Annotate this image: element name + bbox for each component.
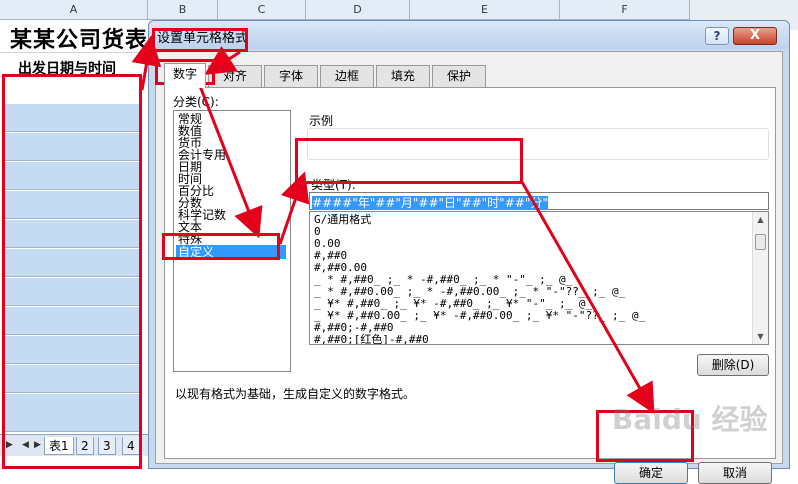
column-header-b[interactable]: B [148,0,218,20]
selected-cell[interactable] [4,220,140,248]
format-item[interactable]: G/通用格式 [314,214,371,226]
close-button[interactable]: X [733,27,777,45]
type-input[interactable]: ####"年"##"月"##"日"##"时"##"分" [309,192,769,210]
description-text: 以现有格式为基础，生成自定义的数字格式。 [175,387,416,401]
selected-cell[interactable] [4,162,140,190]
selected-cell[interactable] [4,104,140,132]
sheet-tab-bar: ▶ ◀ ▶ 表1 2 3 4 [0,434,150,456]
sheet-tab-1[interactable]: 表1 [44,437,74,455]
watermark: Baidu 经验 [612,403,768,436]
delete-button[interactable]: 删除(D) [697,354,769,376]
sample-preview [307,128,769,160]
sheet-subtitle-cell[interactable]: 出发日期与时间 [18,58,116,78]
column-header-f[interactable]: F [560,0,690,20]
tab-number[interactable]: 数字 [164,63,206,88]
selected-cell[interactable] [4,249,140,277]
type-label: 类型(T): [311,178,356,192]
format-list-scrollbar[interactable]: ▲ ▼ [752,212,768,344]
category-list[interactable]: 常规 数值 货币 会计专用 日期 时间 百分比 分数 科学记数 文本 特殊 自定… [173,110,291,372]
tab-fill[interactable]: 填充 [376,65,430,87]
format-list[interactable]: G/通用格式 0 0.00 #,##0 #,##0.00 _ * #,##0_ … [309,211,769,345]
sheet-tab-3[interactable]: 3 [98,437,116,455]
category-item[interactable]: 特殊 [178,233,202,245]
selected-cell[interactable] [4,307,140,335]
tab-border[interactable]: 边框 [320,65,374,87]
tab-alignment[interactable]: 对齐 [208,65,262,87]
sheet-tab-4[interactable]: 4 [122,437,140,455]
selected-cell[interactable] [4,191,140,219]
selected-cell[interactable] [4,278,140,306]
cancel-button[interactable]: 取消 [698,462,772,484]
sample-label: 示例 [309,114,334,128]
tab-protection[interactable]: 保护 [432,65,486,87]
column-header-a[interactable]: A [0,0,148,20]
format-item[interactable]: #,##0;[红色]-#,##0 [314,334,429,345]
tab-font[interactable]: 字体 [264,65,318,87]
sheet-tab-2[interactable]: 2 [76,437,94,455]
first-sheet-icon[interactable]: ▶ [6,440,13,450]
selected-cell[interactable] [4,365,140,393]
dialog-titlebar[interactable]: 设置单元格格式 ? X [149,21,789,49]
scroll-down-icon[interactable]: ▼ [753,329,768,344]
sheet-title-cell[interactable]: 某某公司货表 [10,22,148,54]
type-input-value: ####"年"##"月"##"日"##"时"##"分" [312,196,548,210]
dialog-title: 设置单元格格式 [157,31,249,46]
column-header-d[interactable]: D [306,0,410,20]
selected-cell[interactable] [4,336,140,364]
prev-sheet-icon[interactable]: ◀ [22,440,29,450]
selected-cell[interactable] [4,394,140,432]
selected-cell[interactable] [4,133,140,161]
column-header-e[interactable]: E [410,0,560,20]
category-item-selected[interactable]: 自定义 [176,245,286,259]
next-sheet-icon[interactable]: ▶ [34,440,41,450]
ok-button[interactable]: 确定 [614,462,688,484]
category-label: 分类(C): [173,95,219,109]
column-header-c[interactable]: C [218,0,306,20]
scrollbar-thumb[interactable] [755,234,766,250]
scroll-up-icon[interactable]: ▲ [753,212,768,227]
help-button[interactable]: ? [705,27,729,45]
